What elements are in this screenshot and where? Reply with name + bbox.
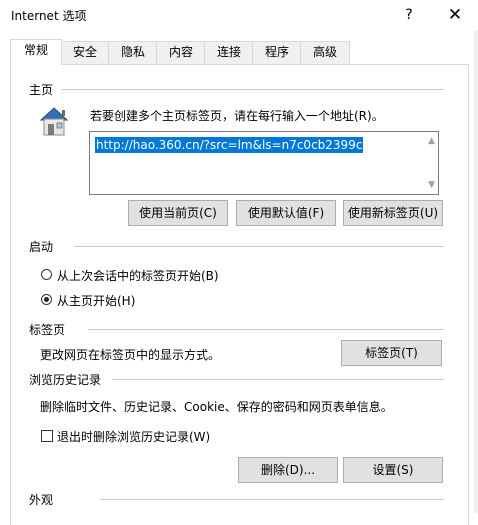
house-icon [39,107,69,136]
close-button[interactable]: ✕ [438,0,472,30]
radio-last-session[interactable] [41,269,52,280]
tabs-section-divider [88,329,444,330]
appearance-section-divider [100,499,444,500]
home-instruction: 若要创建多个主页标签页，请在每行输入一个地址(R)。 [90,109,384,123]
home-url-text: http://hao.360.cn/?src=lm&ls=n7c0cb2399c [95,137,364,153]
tabs-settings-button[interactable]: 标签页(T) [341,340,442,366]
home-url-textarea[interactable]: http://hao.360.cn/?src=lm&ls=n7c0cb2399c… [89,131,439,195]
delete-on-exit-label[interactable]: 退出时删除浏览历史记录(W) [57,428,210,445]
history-section-title: 浏览历史记录 [29,373,102,387]
tabs-description: 更改网页在标签页中的显示方式。 [40,348,221,362]
home-section-divider [62,89,444,90]
history-section-divider [112,379,444,380]
use-default-button[interactable]: 使用默认值(F) [236,200,336,226]
use-current-button[interactable]: 使用当前页(C) [128,200,228,226]
tab-advanced[interactable]: 高级 [300,41,350,64]
radio-home[interactable] [41,294,52,305]
window-title: Internet 选项 [11,9,87,23]
tab-connections[interactable]: 连接 [204,41,254,64]
history-settings-button[interactable]: 设置(S) [343,457,443,483]
scroll-up-icon[interactable]: ▲ [428,136,435,146]
appearance-section-title: 外观 [29,493,54,507]
tabs-section-title: 标签页 [29,323,66,337]
tab-general[interactable]: 常规 [10,39,62,65]
delete-history-button[interactable]: 删除(D)... [238,457,338,483]
use-new-tab-button[interactable]: 使用新标签页(U) [343,200,443,226]
startup-section-title: 启动 [29,240,54,254]
radio-home-label[interactable]: 从主页开始(H) [57,292,135,309]
scroll-down-icon[interactable]: ▼ [428,180,435,190]
tab-content[interactable]: 内容 [156,41,206,64]
help-button[interactable]: ? [392,0,426,30]
tab-security[interactable]: 安全 [60,41,110,64]
tab-privacy[interactable]: 隐私 [108,41,158,64]
tab-programs[interactable]: 程序 [252,41,302,64]
title-bar: Internet 选项 ? ✕ [0,0,478,30]
startup-section-divider [74,246,444,247]
delete-on-exit-checkbox[interactable] [41,430,53,442]
home-section-title: 主页 [29,83,54,97]
window-edge [474,30,478,513]
radio-last-session-label[interactable]: 从上次会话中的标签页开始(B) [57,267,219,284]
history-description: 删除临时文件、历史记录、Cookie、保存的密码和网页表单信息。 [40,400,393,414]
